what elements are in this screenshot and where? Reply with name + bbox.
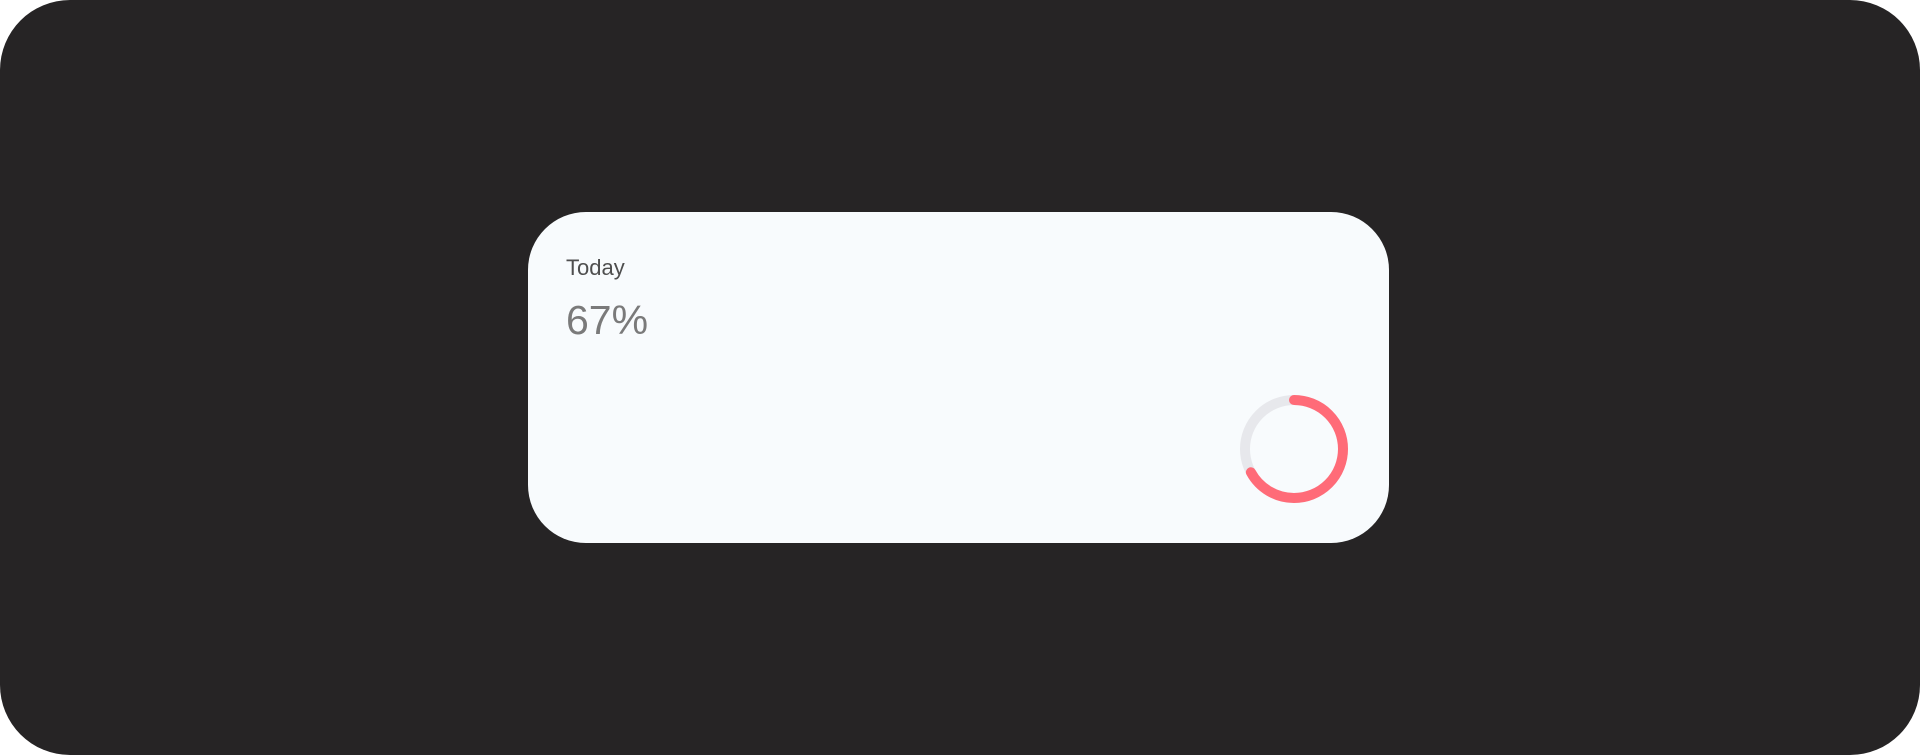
app-background: Today 67%	[0, 0, 1920, 755]
progress-card[interactable]: Today 67%	[528, 212, 1389, 543]
percent-value: 67%	[566, 297, 649, 343]
progress-ring	[1240, 395, 1348, 503]
card-label: Today	[566, 255, 625, 280]
